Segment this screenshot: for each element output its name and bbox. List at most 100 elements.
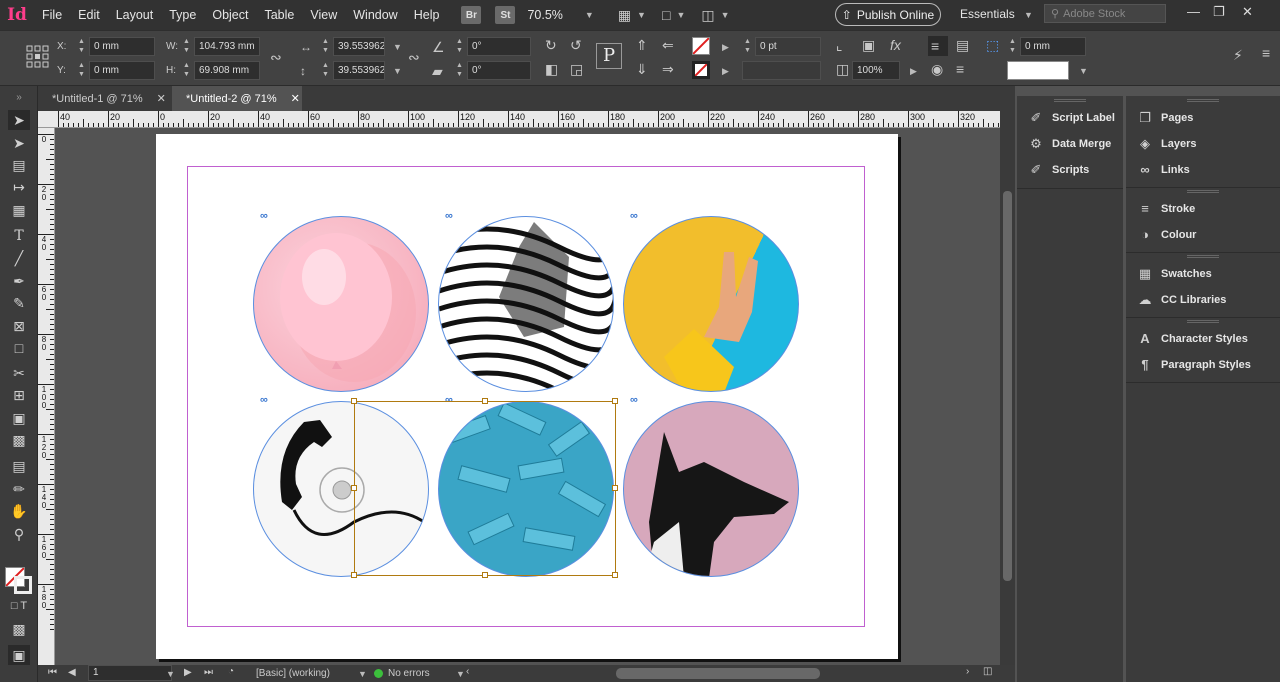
page-dropdown-icon[interactable]: ▼ bbox=[166, 669, 175, 679]
panel-colour[interactable]: ◑ Colour bbox=[1136, 227, 1196, 242]
split-window-icon[interactable]: ◫ bbox=[983, 666, 992, 677]
scroll-left-icon[interactable]: ‹ bbox=[466, 666, 469, 677]
auto-fit-icon[interactable]: ⬚ bbox=[986, 37, 999, 53]
scale-x-field[interactable]: 39.5539629 bbox=[333, 37, 385, 56]
resize-handle[interactable] bbox=[351, 485, 357, 491]
link-icon[interactable]: ∞ bbox=[630, 394, 638, 406]
stroke-dropdown-icon[interactable]: ▶ bbox=[722, 66, 729, 77]
scale-y-dropdown-icon[interactable]: ▼ bbox=[393, 66, 402, 76]
h-stepper[interactable]: ▲ ▼ bbox=[181, 61, 192, 80]
menu-view[interactable]: View bbox=[302, 8, 345, 22]
menu-file[interactable]: File bbox=[34, 8, 70, 22]
arrange-documents-icon[interactable]: ◫ bbox=[701, 7, 714, 24]
panel-pages[interactable]: ❐ Pages bbox=[1136, 110, 1193, 126]
preflight-dropdown-icon[interactable]: ▼ bbox=[456, 669, 465, 679]
tab-untitled-2[interactable]: *Untitled-2 @ 71% ✕ bbox=[172, 86, 302, 111]
direct-selection-tool-icon[interactable]: ➤ bbox=[8, 133, 30, 153]
offset-stepper[interactable]: ▲ ▼ bbox=[1007, 37, 1018, 56]
resize-handle[interactable] bbox=[482, 398, 488, 404]
panel-grip[interactable] bbox=[1187, 99, 1219, 102]
tab-untitled-1[interactable]: *Untitled-1 @ 71% ✕ bbox=[38, 86, 172, 111]
horizontal-scrollbar-thumb[interactable] bbox=[616, 668, 820, 679]
scale-x-dropdown-icon[interactable]: ▼ bbox=[393, 42, 402, 52]
resize-handle[interactable] bbox=[612, 398, 618, 404]
first-page-icon[interactable]: ⏮ bbox=[48, 667, 57, 678]
stock-app-button[interactable]: St bbox=[495, 6, 516, 24]
apply-none-icon[interactable]: ▩ bbox=[8, 619, 30, 639]
zoom-tool-icon[interactable]: ⚲ bbox=[8, 524, 30, 544]
drop-shadow-icon[interactable]: ▣ bbox=[862, 37, 875, 53]
document-page[interactable]: ∞ ∞ ∞ ∞ ∞ ∞ bbox=[156, 134, 898, 659]
line-tool-icon[interactable]: ╱ bbox=[8, 248, 30, 268]
close-icon[interactable]: ✕ bbox=[291, 92, 300, 105]
panel-layers[interactable]: ◈ Layers bbox=[1136, 136, 1196, 152]
stroke-color-icon[interactable] bbox=[14, 576, 32, 594]
text-wrap-bbox-icon[interactable]: ▤ bbox=[956, 37, 969, 53]
rotate-cw-icon[interactable]: ↻ bbox=[545, 37, 557, 53]
opacity-field[interactable]: 100% bbox=[852, 61, 900, 80]
control-menu-icon[interactable]: ≡ bbox=[1262, 45, 1270, 61]
note-tool-icon[interactable]: ▤ bbox=[8, 456, 30, 476]
zoom-dropdown-icon[interactable]: ▼ bbox=[585, 10, 594, 20]
corner-options-icon[interactable]: ⌞ bbox=[836, 37, 843, 53]
fill-swatch[interactable] bbox=[692, 37, 710, 55]
w-stepper[interactable]: ▲ ▼ bbox=[181, 37, 192, 56]
flip-vertical-icon[interactable]: ◲ bbox=[570, 61, 583, 77]
hand-tool-icon[interactable]: ✋ bbox=[8, 501, 30, 521]
scale-x-stepper[interactable]: ▲ ▼ bbox=[320, 37, 331, 56]
resize-handle[interactable] bbox=[612, 485, 618, 491]
scale-y-field[interactable]: 39.5539629 bbox=[333, 61, 385, 80]
screen-mode-icon[interactable]: □ bbox=[662, 7, 670, 23]
select-container-icon[interactable]: ⇑ bbox=[636, 37, 648, 53]
text-wrap-jump-icon[interactable]: ≡ bbox=[956, 61, 964, 77]
workspace-switcher[interactable]: Essentials ▼ bbox=[960, 7, 1033, 21]
close-icon[interactable]: ✕ bbox=[157, 92, 166, 105]
style-preview[interactable] bbox=[1007, 61, 1069, 80]
screen-mode-dropdown-icon[interactable]: ▼ bbox=[676, 10, 685, 20]
panel-grip[interactable] bbox=[1187, 320, 1219, 323]
rotate-ccw-icon[interactable]: ↺ bbox=[570, 37, 582, 53]
menu-window[interactable]: Window bbox=[345, 8, 405, 22]
previous-page-icon[interactable]: ◀ bbox=[68, 667, 76, 678]
collapse-icon[interactable]: » bbox=[8, 88, 30, 108]
x-stepper[interactable]: ▲ ▼ bbox=[76, 37, 87, 56]
y-field[interactable]: 0 mm bbox=[89, 61, 155, 80]
panel-swatches[interactable]: ▦ Swatches bbox=[1136, 266, 1212, 282]
link-icon[interactable]: ∞ bbox=[630, 210, 638, 222]
y-stepper[interactable]: ▲ ▼ bbox=[76, 61, 87, 80]
open-preflight-icon[interactable]: ◔ bbox=[228, 666, 234, 677]
rectangle-tool-icon[interactable]: □ bbox=[8, 338, 30, 358]
menu-edit[interactable]: Edit bbox=[70, 8, 108, 22]
content-collector-icon[interactable]: ▦ bbox=[8, 200, 30, 220]
zebra-image-frame[interactable] bbox=[438, 216, 614, 392]
pasteboard[interactable]: ∞ ∞ ∞ ∞ ∞ ∞ bbox=[55, 128, 1000, 665]
formatting-affects-container-icon[interactable]: □ T bbox=[8, 596, 30, 616]
panel-grip[interactable] bbox=[1054, 99, 1086, 102]
panel-cc-libraries[interactable]: ☁ CC Libraries bbox=[1136, 292, 1227, 308]
fill-dropdown-icon[interactable]: ▶ bbox=[722, 42, 729, 53]
stroke-weight-field[interactable]: 0 pt bbox=[755, 37, 821, 56]
scrollbar-thumb[interactable] bbox=[1003, 191, 1012, 581]
scale-y-stepper[interactable]: ▲ ▼ bbox=[320, 61, 331, 80]
link-icon[interactable]: ∞ bbox=[260, 210, 268, 222]
link-icon[interactable]: ∞ bbox=[445, 210, 453, 222]
screen-mode-icon[interactable]: ▣ bbox=[8, 645, 30, 665]
rectangle-frame-tool-icon[interactable]: ⊠ bbox=[8, 316, 30, 336]
style-status[interactable]: [Basic] (working) bbox=[256, 668, 330, 679]
menu-type[interactable]: Type bbox=[161, 8, 204, 22]
select-content-icon[interactable]: ⇓ bbox=[636, 61, 648, 77]
w-field[interactable]: 104.793 mm bbox=[194, 37, 260, 56]
text-wrap-none-icon[interactable]: ≡ bbox=[928, 36, 948, 56]
eyedropper-tool-icon[interactable]: ✏ bbox=[8, 479, 30, 499]
panel-stroke[interactable]: ≡ Stroke bbox=[1136, 201, 1195, 216]
resize-handle[interactable] bbox=[612, 572, 618, 578]
shear-field[interactable]: 0° bbox=[467, 61, 531, 80]
style-dropdown-icon[interactable]: ▼ bbox=[1079, 66, 1088, 76]
stroke-type-field[interactable] bbox=[742, 61, 821, 80]
rotate-field[interactable]: 0° bbox=[467, 37, 531, 56]
gradient-feather-tool-icon[interactable]: ▩ bbox=[8, 430, 30, 450]
balloon-image-frame[interactable] bbox=[253, 216, 429, 392]
h-field[interactable]: 69.908 mm bbox=[194, 61, 260, 80]
pen-tool-icon[interactable]: ✒ bbox=[8, 271, 30, 291]
menu-object[interactable]: Object bbox=[204, 8, 256, 22]
